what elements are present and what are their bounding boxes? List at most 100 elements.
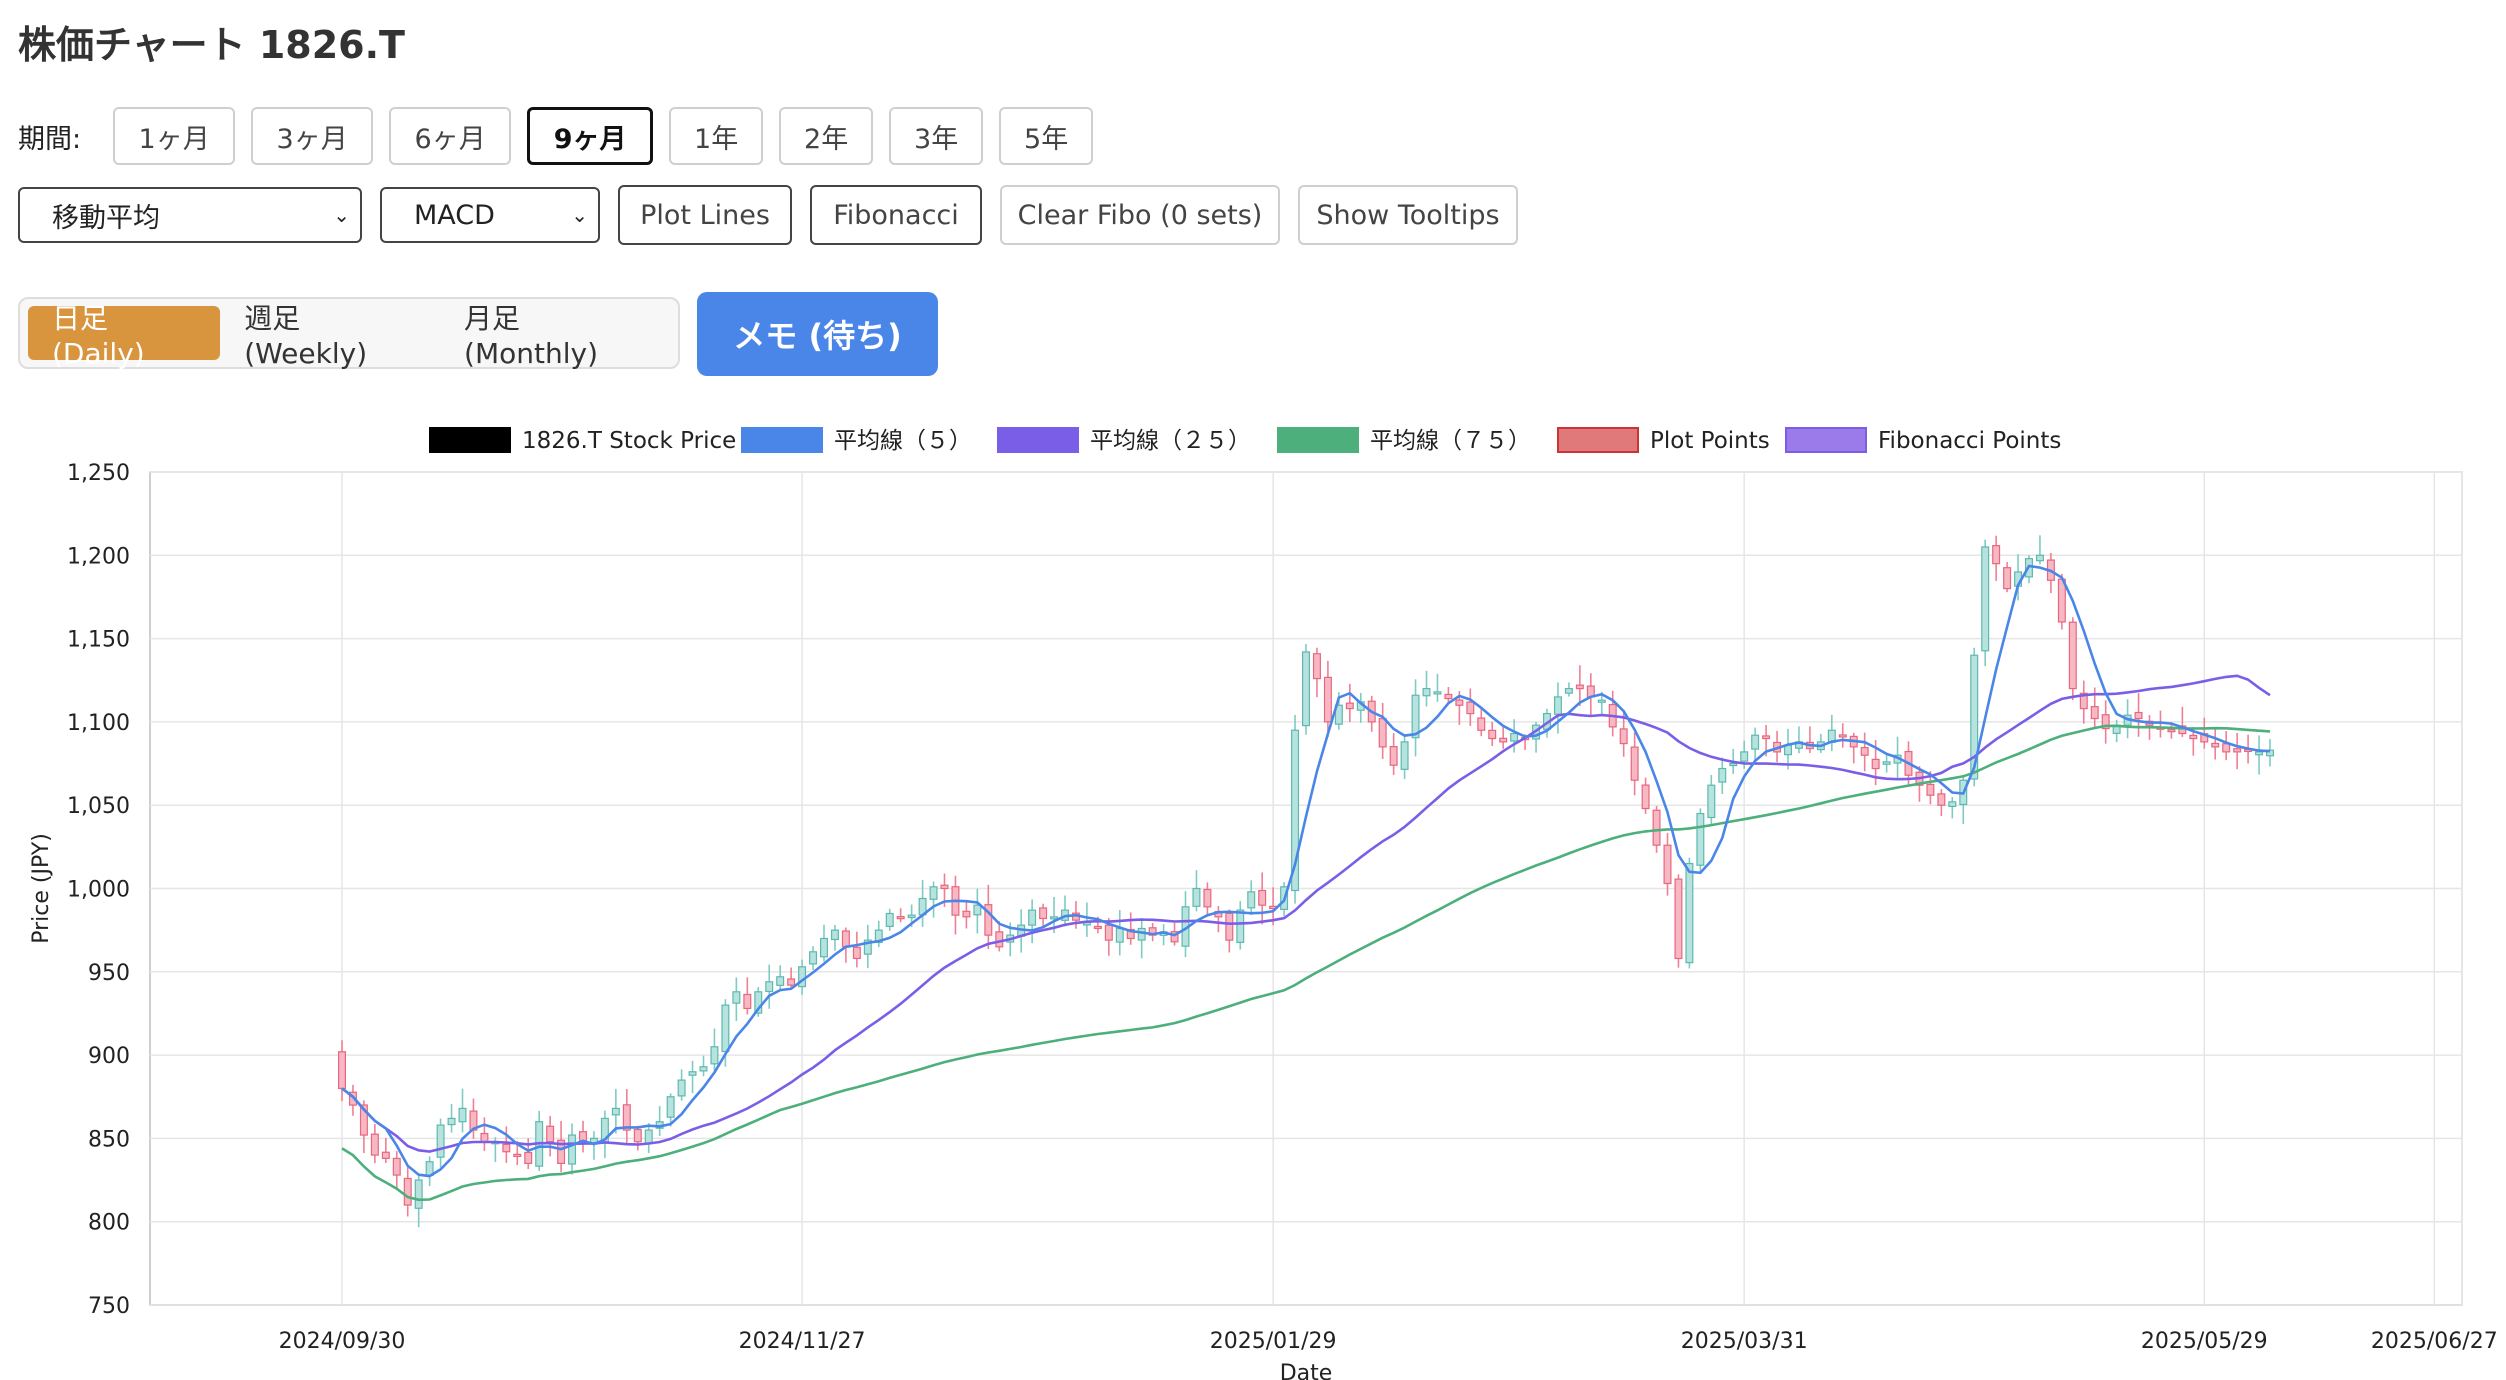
candle (962, 901, 971, 929)
candle-body (962, 910, 971, 918)
plot-lines-button[interactable]: Plot Lines (618, 185, 792, 245)
candle (644, 1123, 653, 1154)
legend-label: 平均線（２５） (1090, 428, 1251, 454)
candle-body (1488, 729, 1497, 740)
candle (392, 1151, 401, 1190)
candle-body (2222, 743, 2231, 753)
candle (1499, 725, 1508, 749)
candle (1159, 924, 1168, 946)
y-tick-label: 750 (88, 1294, 130, 1319)
candle (2255, 735, 2264, 775)
candle-body (381, 1151, 390, 1159)
period-button-5y[interactable]: 5年 (999, 107, 1094, 165)
candle-body (1838, 734, 1847, 738)
chart-controls: 移動平均 ⌄ MACD ⌄ Plot Lines Fibonacci Clear… (18, 184, 1536, 246)
candle-body (776, 976, 785, 986)
candle (973, 888, 982, 934)
period-button-3m[interactable]: 3ヶ月 (251, 107, 374, 165)
candle-body (841, 930, 850, 948)
candle (568, 1123, 577, 1175)
period-button-6m[interactable]: 6ヶ月 (389, 107, 512, 165)
y-tick-label: 1,250 (67, 461, 130, 486)
candle (403, 1165, 412, 1217)
candle-body (1641, 784, 1650, 810)
indicator-select-value: MACD (414, 199, 495, 231)
period-button-2y[interactable]: 2年 (779, 107, 874, 165)
candle-body (2255, 751, 2264, 756)
candle-body (787, 978, 796, 986)
candle (655, 1106, 664, 1136)
candle (1838, 723, 1847, 748)
legend-item: 平均線（５） (741, 427, 972, 454)
candle-body (447, 1117, 456, 1126)
candle (2079, 680, 2088, 724)
period-button-9m[interactable]: 9ヶ月 (527, 107, 654, 165)
candle-body (524, 1151, 533, 1164)
candle-body (1674, 878, 1683, 960)
candle (1488, 721, 1497, 746)
candle (984, 884, 993, 950)
candle-body (513, 1153, 522, 1157)
candle (1247, 880, 1256, 915)
candle-body (1564, 687, 1573, 694)
period-button-1m[interactable]: 1ヶ月 (113, 107, 236, 165)
indicator-select[interactable]: MACD ⌄ (380, 187, 600, 243)
candle-body (721, 1004, 730, 1053)
candle (1214, 906, 1223, 933)
memo-button[interactable]: メモ (待ち) (697, 292, 938, 376)
x-tick-label: 2024/09/30 (279, 1329, 406, 1354)
candle (2233, 732, 2242, 770)
candle-body (995, 931, 1004, 948)
moving-average-select-value: 移動平均 (52, 202, 160, 234)
candle-body (1323, 676, 1332, 723)
page-title: 株価チャート 1826.T (18, 23, 405, 67)
fibonacci-button[interactable]: Fibonacci (810, 185, 982, 245)
candle-body (765, 981, 774, 993)
candle (2266, 739, 2274, 767)
candle-body (973, 904, 982, 916)
candle (951, 875, 960, 935)
candle (1805, 726, 1814, 753)
candle (677, 1069, 686, 1101)
candle (1356, 692, 1365, 723)
candle-body (1663, 844, 1672, 885)
stock-chart[interactable]: 750 800 850 900 950 1,000 1,050 1,100 1,150 1,200… (0, 400, 2506, 1380)
legend-swatch (1277, 427, 1359, 453)
candle (2134, 693, 2143, 737)
timeframe-daily[interactable]: 日足 (Daily) (28, 302, 221, 370)
candle (699, 1055, 708, 1077)
legend-swatch (997, 427, 1079, 453)
candle (1400, 736, 1409, 779)
candle (600, 1110, 609, 1159)
candle-body (1652, 809, 1661, 846)
legend-item: 1826.T Stock Price (429, 427, 736, 454)
candle-body (1718, 767, 1727, 783)
candle (710, 1028, 719, 1072)
candle-body (830, 929, 839, 941)
candle (1882, 754, 1891, 773)
period-button-1y[interactable]: 1年 (669, 107, 764, 165)
candle (1082, 902, 1091, 937)
candle (447, 1103, 456, 1133)
candle-body (1707, 784, 1716, 819)
candle-body (1400, 741, 1409, 770)
candle-body (852, 946, 861, 960)
y-tick-label: 800 (88, 1211, 130, 1236)
clear-fibo-button[interactable]: Clear Fibo (0 sets) (1000, 185, 1280, 245)
period-button-3y[interactable]: 3年 (889, 107, 984, 165)
candle (1039, 903, 1048, 928)
candle (830, 925, 839, 951)
candle-body (940, 884, 949, 890)
candle-body (1751, 734, 1760, 750)
timeframe-weekly[interactable]: 週足 (Weekly) (220, 302, 440, 370)
show-tooltips-button[interactable]: Show Tooltips (1298, 185, 1518, 245)
moving-average-select[interactable]: 移動平均 ⌄ (18, 187, 362, 243)
candle-body (1762, 735, 1771, 740)
candle-body (502, 1143, 511, 1153)
candle-body (699, 1066, 708, 1072)
y-tick-label: 1,200 (67, 544, 130, 569)
timeframe-monthly[interactable]: 月足 (Monthly) (440, 302, 670, 370)
candle (381, 1137, 390, 1163)
candle (1389, 733, 1398, 775)
candle (1510, 719, 1519, 753)
